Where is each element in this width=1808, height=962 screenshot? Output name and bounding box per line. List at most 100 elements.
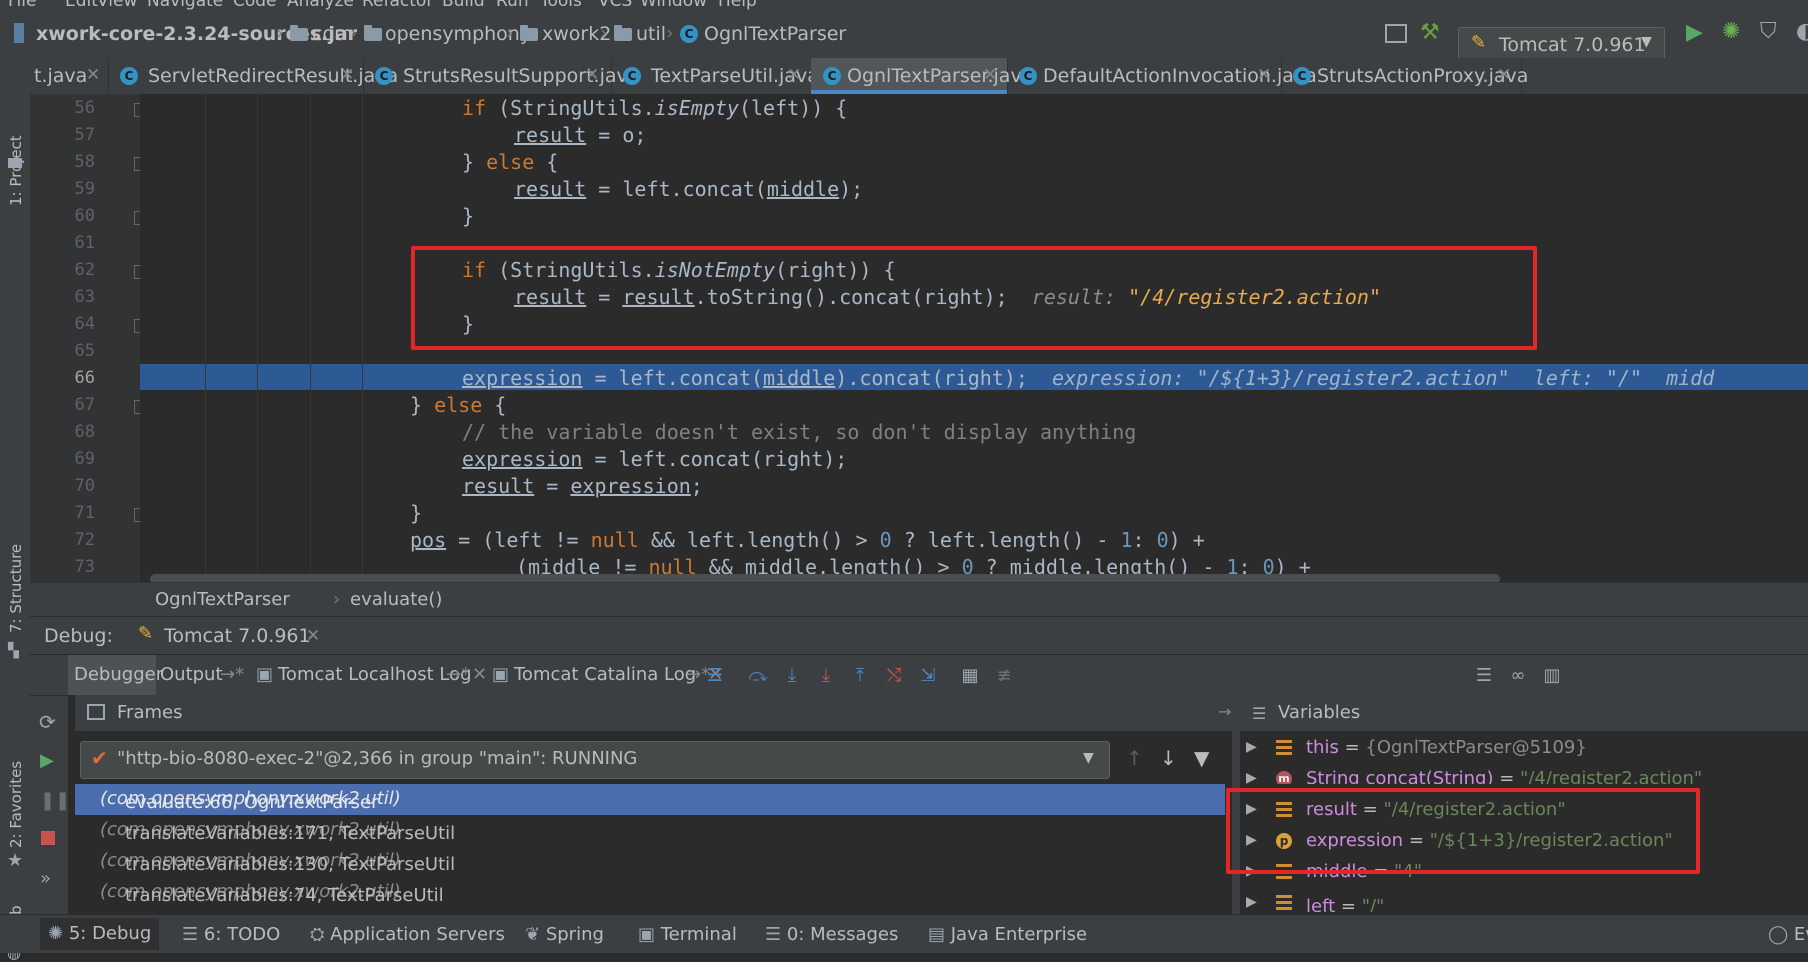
- step-over-icon[interactable]: ⤼: [748, 667, 768, 685]
- crumb-jar[interactable]: xwork-core-2.3.24-sources.jar: [36, 23, 357, 45]
- evaluate-expression-icon[interactable]: ▦: [960, 667, 980, 685]
- crumb-separator-icon: ›: [276, 22, 284, 44]
- terminal-icon: ▣: [638, 924, 656, 945]
- line-number: 66: [74, 368, 95, 388]
- line-number: 65: [74, 341, 95, 361]
- tab-servletredirectresult[interactable]: C ServletRedirectResult.java ✕: [108, 58, 398, 94]
- menu-view[interactable]: View: [97, 0, 137, 10]
- tab-strutsresultsupport[interactable]: C StrutsResultSupport.java ✕: [363, 58, 639, 94]
- menu-window[interactable]: Window: [640, 0, 707, 10]
- editor-gutter[interactable]: 56 57 58 59 60 61 62 63 64 65 66 67 68 6…: [30, 94, 140, 582]
- menu-build[interactable]: Build: [442, 0, 485, 10]
- run-configuration-select[interactable]: ✎ Tomcat 7.0.961 ▼: [1458, 27, 1665, 61]
- bottom-tab-event-log[interactable]: ◯ Ev: [1768, 924, 1808, 945]
- debug-bug-icon[interactable]: ✺: [1722, 19, 1740, 44]
- close-icon[interactable]: ✕: [1497, 65, 1511, 85]
- favorites-tool-button[interactable]: 2: Favorites: [7, 761, 25, 848]
- force-step-into-icon[interactable]: ⤓: [816, 667, 836, 685]
- frames-list: evaluate:66, OgnlTextParser (com.opensym…: [75, 784, 1225, 914]
- breadcrumb-method[interactable]: evaluate(): [350, 589, 442, 610]
- up-arrow-icon[interactable]: ↑: [1126, 746, 1143, 770]
- close-icon[interactable]: ✕: [306, 626, 320, 646]
- crumb-com[interactable]: com: [312, 23, 353, 45]
- structure-tool-button[interactable]: 7: Structure: [7, 544, 25, 633]
- resume-icon[interactable]: ▶: [40, 750, 54, 771]
- menu-code[interactable]: Code: [233, 0, 277, 10]
- crumb-class[interactable]: OgnlTextParser: [704, 23, 846, 45]
- variable-row[interactable]: ▶ this = {OgnlTextParser@5109}: [1240, 733, 1808, 764]
- server-icon: ⛭: [310, 924, 325, 945]
- tab-debugger[interactable]: Debugger: [68, 655, 163, 695]
- menu-file[interactable]: File: [8, 0, 36, 10]
- bottom-tool-bar: ✺ 5: Debug ☰ 6: TODO ⛭ Application Serve…: [0, 914, 1808, 953]
- menu-navigate[interactable]: Navigate: [147, 0, 223, 10]
- show-execution-point-icon[interactable]: ☰: [705, 667, 725, 685]
- tab-tomcat-localhost-log[interactable]: ▣ Tomcat Localhost Log →* ✕: [250, 655, 490, 695]
- restore-layout-icon[interactable]: ☰: [1474, 667, 1494, 685]
- tab-t-java[interactable]: t.java ✕: [30, 58, 109, 94]
- watches-icon[interactable]: ∞: [1508, 667, 1528, 685]
- down-arrow-icon[interactable]: ↓: [1160, 746, 1177, 770]
- variable-row[interactable]: ▶ left = "/": [1240, 888, 1808, 912]
- build-hammer-icon[interactable]: ⚒: [1420, 20, 1440, 45]
- code-line-58: } else {: [462, 150, 559, 174]
- tab-textparseutil[interactable]: C TextParseUtil.java ✕: [611, 58, 819, 94]
- tab-tomcat-catalina-log[interactable]: ▣ Tomcat Catalina Log →* ✕: [486, 655, 726, 695]
- drop-frame-icon[interactable]: ⤭: [884, 667, 904, 685]
- coverage-icon[interactable]: ⛉: [1760, 19, 1777, 44]
- close-icon[interactable]: ✕: [787, 65, 801, 85]
- stack-frame[interactable]: translateVariables:130, TextParseUtil (c…: [75, 846, 1225, 877]
- tab-strutsactionproxy[interactable]: C StrutsActionProxy.java ✕: [1281, 58, 1528, 94]
- close-icon[interactable]: ✕: [585, 65, 599, 85]
- profile-icon[interactable]: ◐: [1796, 19, 1808, 44]
- bottom-tab-application-servers[interactable]: ⛭ Application Servers: [310, 924, 505, 945]
- line-number: 71: [74, 503, 95, 523]
- run-icon[interactable]: ▶: [1686, 20, 1703, 45]
- bottom-tab-spring[interactable]: ❦ Spring: [525, 924, 604, 945]
- menu-help[interactable]: Help: [718, 0, 757, 10]
- menu-run[interactable]: Run: [496, 0, 529, 10]
- bottom-tab-todo[interactable]: ☰ 6: TODO: [182, 924, 280, 945]
- step-out-icon[interactable]: ⤒: [850, 667, 870, 685]
- thread-select[interactable]: ✔ "http-bio-8080-exec-2"@2,366 in group …: [80, 741, 1110, 779]
- bottom-tab-messages[interactable]: ☰ 0: Messages: [765, 924, 898, 945]
- stack-frame[interactable]: translateVariables:74, TextParseUtil (co…: [75, 877, 1225, 908]
- bottom-tab-debug[interactable]: ✺ 5: Debug: [40, 918, 160, 950]
- refresh-icon[interactable]: ⟳: [39, 710, 56, 734]
- tab-ognltextparser[interactable]: C OgnlTextParser.java ✕: [811, 58, 1033, 94]
- filter-icon[interactable]: ▼: [1194, 746, 1209, 770]
- pause-icon[interactable]: ❚❚: [40, 790, 70, 811]
- run-to-cursor-icon[interactable]: ⇲: [918, 667, 938, 685]
- close-icon[interactable]: ✕: [1257, 65, 1271, 85]
- stack-frame[interactable]: translateVariables:171, TextParseUtil (c…: [75, 815, 1225, 846]
- layout-icon[interactable]: ▥: [1542, 667, 1562, 685]
- menu-edit[interactable]: Edit: [65, 0, 98, 10]
- close-icon[interactable]: ✕: [340, 65, 354, 85]
- project-tool-button[interactable]: 1: Project: [7, 135, 25, 206]
- menu-refactor[interactable]: Refactor: [362, 0, 433, 10]
- breadcrumb-class[interactable]: OgnlTextParser: [155, 589, 290, 610]
- menu-tools[interactable]: Tools: [540, 0, 582, 10]
- tab-defaultactioninvocation[interactable]: C DefaultActionInvocation.java ✕: [1007, 58, 1317, 94]
- stack-frame[interactable]: evaluate:66, OgnlTextParser (com.opensym…: [75, 784, 1225, 815]
- step-into-icon[interactable]: ⤓: [782, 667, 802, 685]
- chevron-down-icon: ▼: [1641, 34, 1652, 50]
- window-icon[interactable]: [1385, 24, 1407, 43]
- close-icon[interactable]: ✕: [983, 65, 997, 85]
- tab-output[interactable]: Output →*: [156, 655, 250, 695]
- stop-icon[interactable]: [41, 831, 55, 845]
- bottom-tab-java-enterprise[interactable]: ▤ Java Enterprise: [928, 924, 1087, 945]
- variable-row[interactable]: ▶ m String concat(String) = "/4/register2…: [1240, 764, 1808, 784]
- debug-session-tab[interactable]: Tomcat 7.0.961: [164, 625, 311, 647]
- check-icon: ✔: [91, 746, 108, 770]
- bottom-tab-terminal[interactable]: ▣ Terminal: [638, 924, 737, 945]
- menu-bar: File Edit View Navigate Code Analyze Ref…: [0, 0, 1808, 10]
- menu-vcs[interactable]: VCS: [598, 0, 632, 10]
- console-icon: ▣: [256, 664, 274, 685]
- close-icon[interactable]: ✕: [86, 65, 100, 85]
- code-line-60: }: [462, 204, 475, 228]
- crumb-util[interactable]: util: [636, 23, 666, 45]
- menu-analyze[interactable]: Analyze: [287, 0, 354, 10]
- trace-icon[interactable]: ≢: [994, 667, 1014, 685]
- more-icon[interactable]: »: [40, 868, 51, 889]
